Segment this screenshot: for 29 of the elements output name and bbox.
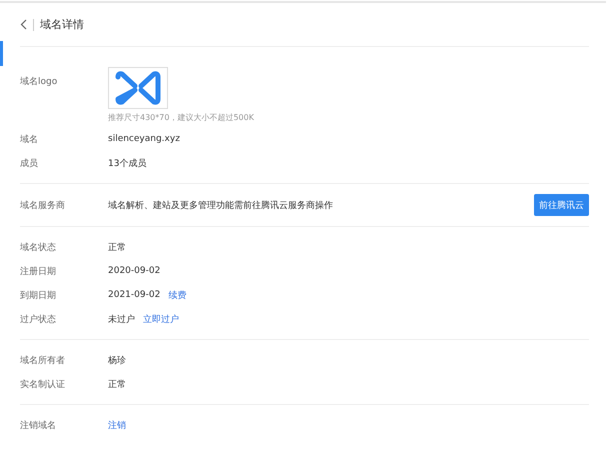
back-icon[interactable] [20,19,27,30]
action-link[interactable]: 注销 [108,418,126,432]
field-value: 杨珍 [108,354,126,366]
logo-hint: 推荐尺寸430*70，建议大小不超过500K [108,112,254,123]
field-label: 注销域名 [20,420,57,432]
field-value: 正常 [108,378,126,390]
field-label: 域名服务商 [20,200,66,212]
field-value: 域名解析、建站及更多管理功能需前往腾讯云服务商操作 [108,200,334,212]
field-value: 未过户 [108,314,135,326]
field-label: 到期日期 [20,290,57,302]
field-value: silenceyang.xyz [108,134,180,144]
field-label: 域名状态 [20,242,57,254]
field-label: 域名所有者 [20,354,66,366]
field-label: 实名制认证 [20,378,66,390]
field-value: 2020-09-02 [108,266,160,276]
go-tencent-cloud-button[interactable]: 前往腾讯云 [534,194,589,216]
field-label: 过户状态 [20,314,57,326]
logo-image [108,67,168,109]
field-value: 2021-09-02 [108,290,160,300]
page-title: 域名详情 [40,17,84,32]
field-label: 成员 [20,158,39,170]
action-link[interactable]: 续费 [168,288,186,302]
action-link[interactable]: 立即过户 [143,312,179,326]
field-value: 13个成员 [108,158,146,170]
active-indicator [0,41,3,66]
field-value: 正常 [108,242,126,254]
field-label: 域名 [20,134,39,146]
field-label: 注册日期 [20,266,57,278]
field-label: 域名logo [20,76,58,88]
